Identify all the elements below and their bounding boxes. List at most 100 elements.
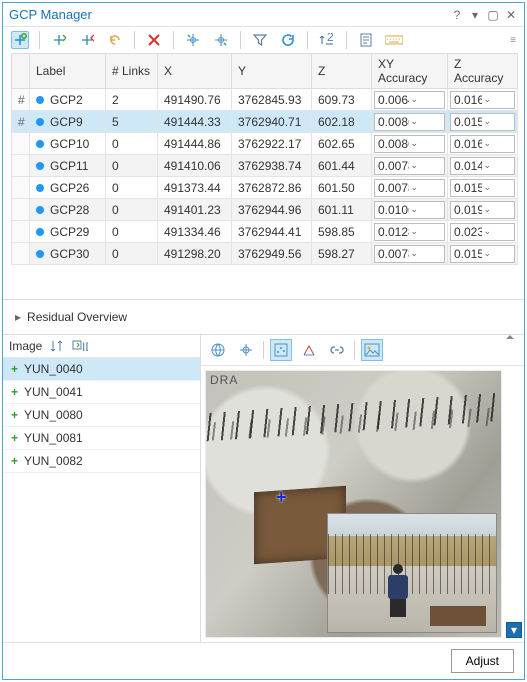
- pan-to-icon[interactable]: [212, 31, 230, 49]
- col-y[interactable]: Y: [232, 54, 312, 89]
- cell-xy-accuracy[interactable]: 0.00640312⌄: [372, 89, 448, 111]
- picture-icon[interactable]: [361, 339, 383, 361]
- delete-icon[interactable]: [145, 31, 163, 49]
- table-row[interactable]: GCP290491334.463762944.41598.850.0128062…: [12, 221, 518, 243]
- cell-label[interactable]: GCP26: [30, 177, 106, 199]
- dropdown-icon[interactable]: ⌄: [409, 204, 442, 215]
- cell-z-accuracy[interactable]: 0.015⌄: [448, 243, 518, 265]
- cell-y[interactable]: 3762872.86: [232, 177, 312, 199]
- cell-x[interactable]: 491373.44: [158, 177, 232, 199]
- cell-z[interactable]: 601.11: [312, 199, 372, 221]
- cell-label[interactable]: GCP9: [30, 111, 106, 133]
- dropdown-icon[interactable]: ⌄: [409, 226, 442, 237]
- col-z-acc[interactable]: Z Accuracy: [448, 54, 518, 89]
- dropdown-icon[interactable]: ⌄: [409, 138, 442, 149]
- cell-label[interactable]: GCP28: [30, 199, 106, 221]
- cell-links[interactable]: 0: [106, 177, 158, 199]
- dropdown-icon[interactable]: ⌄: [482, 204, 512, 215]
- cell-label[interactable]: GCP29: [30, 221, 106, 243]
- dropdown-icon[interactable]: ⌄: [409, 160, 442, 171]
- residual-overview-toggle[interactable]: ▸ Residual Overview: [3, 299, 524, 334]
- cell-links[interactable]: 5: [106, 111, 158, 133]
- maximize-icon[interactable]: ▢: [486, 8, 500, 22]
- cell-z[interactable]: 601.44: [312, 155, 372, 177]
- cell-z-accuracy[interactable]: 0.023⌄: [448, 221, 518, 243]
- cell-label[interactable]: GCP10: [30, 133, 106, 155]
- cell-xy-accuracy[interactable]: 0.00781025⌄: [372, 243, 448, 265]
- import-gcp-icon[interactable]: [50, 31, 68, 49]
- cell-x[interactable]: 491401.23: [158, 199, 232, 221]
- zoom-to-icon[interactable]: [184, 31, 202, 49]
- cell-z[interactable]: 602.65: [312, 133, 372, 155]
- cell-xy-accuracy[interactable]: 0.00860232⌄: [372, 133, 448, 155]
- help-icon[interactable]: ?: [450, 8, 464, 22]
- cell-x[interactable]: 491410.06: [158, 155, 232, 177]
- cell-xy-accuracy[interactable]: 0.00860232⌄: [372, 111, 448, 133]
- cell-label[interactable]: GCP2: [30, 89, 106, 111]
- cell-y[interactable]: 3762949.56: [232, 243, 312, 265]
- close-icon[interactable]: ✕: [504, 8, 518, 22]
- cell-links[interactable]: 0: [106, 221, 158, 243]
- cell-xy-accuracy[interactable]: 0.01063014⌄: [372, 199, 448, 221]
- image-id-icon[interactable]: ID: [72, 339, 88, 353]
- adjust-button[interactable]: Adjust: [451, 649, 514, 673]
- dropdown-icon[interactable]: ⌄: [409, 94, 442, 105]
- cell-z-accuracy[interactable]: 0.019⌄: [448, 199, 518, 221]
- dropdown-icon[interactable]: ⌄: [482, 182, 512, 193]
- col-xy-acc[interactable]: XY Accuracy: [372, 54, 448, 89]
- col-rownum[interactable]: [12, 54, 30, 89]
- report-icon[interactable]: [357, 31, 375, 49]
- cell-links[interactable]: 0: [106, 155, 158, 177]
- sort-images-icon[interactable]: [50, 339, 64, 353]
- cell-xy-accuracy[interactable]: 0.01280624⌄: [372, 221, 448, 243]
- cell-z-accuracy[interactable]: 0.015⌄: [448, 177, 518, 199]
- cell-z-accuracy[interactable]: 0.016⌄: [448, 89, 518, 111]
- cell-xy-accuracy[interactable]: 0.00781025⌄: [372, 155, 448, 177]
- vectors-icon[interactable]: [298, 339, 320, 361]
- cell-z[interactable]: 598.85: [312, 221, 372, 243]
- scatter-view-icon[interactable]: [270, 339, 292, 361]
- cell-y[interactable]: 3762938.74: [232, 155, 312, 177]
- link-icon[interactable]: [326, 339, 348, 361]
- cell-links[interactable]: 0: [106, 199, 158, 221]
- table-row[interactable]: GCP260491373.443762872.86601.500.0078102…: [12, 177, 518, 199]
- gcp-marker-icon[interactable]: +: [276, 487, 287, 508]
- cell-x[interactable]: 491490.76: [158, 89, 232, 111]
- dropdown-icon[interactable]: ⌄: [482, 116, 512, 127]
- cell-z[interactable]: 602.18: [312, 111, 372, 133]
- cell-z[interactable]: 601.50: [312, 177, 372, 199]
- cell-links[interactable]: 0: [106, 243, 158, 265]
- image-list-item[interactable]: +YUN_0082: [3, 450, 200, 473]
- dropdown-icon[interactable]: ⌄: [409, 116, 442, 127]
- cell-xy-accuracy[interactable]: 0.00781025⌄: [372, 177, 448, 199]
- image-list-item[interactable]: +YUN_0080: [3, 404, 200, 427]
- refresh-icon[interactable]: [279, 31, 297, 49]
- export-gcp-icon[interactable]: [78, 31, 96, 49]
- col-links[interactable]: # Links: [106, 54, 158, 89]
- col-label[interactable]: Label: [30, 54, 106, 89]
- dropdown-icon[interactable]: ⌄: [482, 138, 512, 149]
- cell-links[interactable]: 2: [106, 89, 158, 111]
- dropdown-icon[interactable]: ⌄: [482, 248, 512, 259]
- cell-y[interactable]: 3762922.17: [232, 133, 312, 155]
- cell-links[interactable]: 0: [106, 133, 158, 155]
- image-canvas[interactable]: DRA +: [205, 370, 502, 638]
- toolbar-options-icon[interactable]: ≡: [510, 35, 516, 46]
- cell-y[interactable]: 3762940.71: [232, 111, 312, 133]
- cell-z-accuracy[interactable]: 0.016⌄: [448, 133, 518, 155]
- undo-icon[interactable]: [106, 31, 124, 49]
- tolerance-icon[interactable]: 2: [318, 31, 336, 49]
- filter-icon[interactable]: [251, 31, 269, 49]
- cell-x[interactable]: 491444.86: [158, 133, 232, 155]
- table-row[interactable]: GCP300491298.203762949.56598.270.0078102…: [12, 243, 518, 265]
- table-row[interactable]: GCP280491401.233762944.96601.110.0106301…: [12, 199, 518, 221]
- dropdown-icon[interactable]: ⌄: [482, 226, 512, 237]
- viewer-dropdown-icon[interactable]: ▾: [506, 622, 522, 638]
- table-row[interactable]: #GCP22491490.763762845.93609.730.0064031…: [12, 89, 518, 111]
- add-gcp-icon[interactable]: [11, 31, 29, 49]
- cell-z[interactable]: 609.73: [312, 89, 372, 111]
- cell-y[interactable]: 3762944.41: [232, 221, 312, 243]
- dropdown-icon[interactable]: ⌄: [409, 182, 442, 193]
- cell-z-accuracy[interactable]: 0.014⌄: [448, 155, 518, 177]
- table-row[interactable]: #GCP95491444.333762940.71602.180.0086023…: [12, 111, 518, 133]
